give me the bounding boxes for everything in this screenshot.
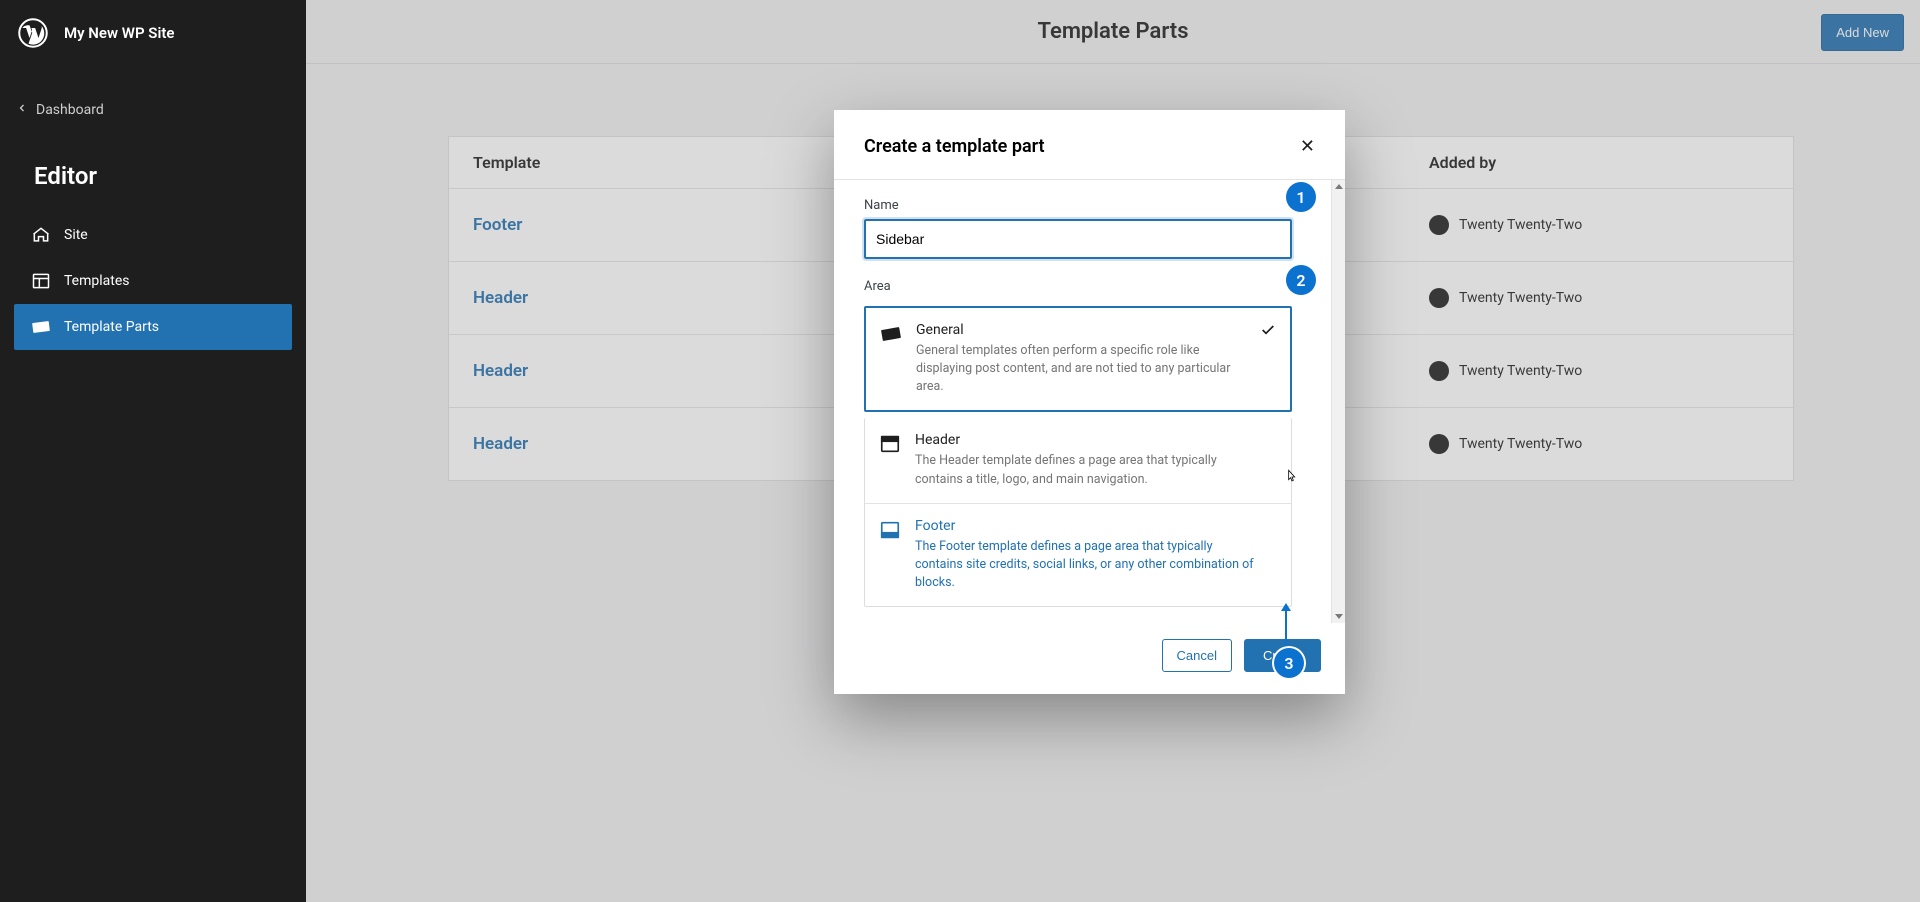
template-part-icon bbox=[30, 316, 52, 338]
modal-title: Create a template part bbox=[864, 136, 1045, 157]
nav-label: Site bbox=[64, 227, 88, 243]
area-label: Area bbox=[864, 271, 1329, 300]
layout-icon bbox=[30, 270, 52, 292]
modal-footer: Cancel Create bbox=[834, 623, 1345, 694]
editor-heading: Editor bbox=[0, 130, 306, 208]
area-option-title: Footer bbox=[915, 518, 1255, 534]
close-icon[interactable]: ✕ bbox=[1294, 130, 1321, 163]
page-header: Template Parts Add New bbox=[306, 0, 1920, 64]
area-option-list-rest: Header The Header template defines a pag… bbox=[864, 418, 1292, 607]
scroll-down-icon bbox=[1335, 614, 1343, 619]
nav-label: Templates bbox=[64, 273, 130, 289]
general-area-icon bbox=[880, 323, 902, 345]
template-part-link[interactable]: Header bbox=[473, 288, 528, 308]
editor-nav: Site Templates Template Parts bbox=[0, 208, 306, 354]
add-new-button[interactable]: Add New bbox=[1821, 14, 1904, 51]
sidebar-header: My New WP Site bbox=[0, 0, 306, 66]
home-icon bbox=[30, 224, 52, 246]
area-option-header[interactable]: Header The Header template defines a pag… bbox=[865, 418, 1291, 503]
provider-label: Twenty Twenty-Two bbox=[1459, 363, 1582, 379]
provider-avatar-icon bbox=[1429, 288, 1449, 308]
area-option-title: General bbox=[916, 322, 1256, 338]
nav-item-template-parts[interactable]: Template Parts bbox=[14, 304, 292, 350]
step-badge-2: 2 bbox=[1286, 265, 1316, 295]
template-part-link[interactable]: Header bbox=[473, 361, 528, 381]
col-added-by: Added by bbox=[1429, 153, 1769, 172]
cancel-button[interactable]: Cancel bbox=[1162, 639, 1232, 672]
nav-item-site[interactable]: Site bbox=[14, 212, 292, 258]
annotation-arrow-icon bbox=[1285, 609, 1287, 649]
modal-header: Create a template part ✕ bbox=[834, 110, 1345, 180]
area-option-footer[interactable]: Footer The Footer template defines a pag… bbox=[865, 504, 1291, 606]
admin-sidebar: My New WP Site Dashboard Editor Site Tem… bbox=[0, 0, 306, 902]
pointer-cursor-icon bbox=[1284, 468, 1300, 490]
scroll-up-icon bbox=[1335, 184, 1343, 189]
back-label: Dashboard bbox=[36, 102, 104, 118]
provider-avatar-icon bbox=[1429, 215, 1449, 235]
site-title[interactable]: My New WP Site bbox=[64, 24, 174, 42]
area-option-desc: General templates often perform a specif… bbox=[916, 342, 1256, 396]
nav-label: Template Parts bbox=[64, 319, 159, 335]
provider-label: Twenty Twenty-Two bbox=[1459, 217, 1582, 233]
provider-avatar-icon bbox=[1429, 361, 1449, 381]
area-option-desc: The Footer template defines a page area … bbox=[915, 538, 1255, 592]
name-input[interactable] bbox=[864, 219, 1292, 259]
step-badge-1: 1 bbox=[1286, 182, 1316, 212]
modal-scrollbar[interactable] bbox=[1331, 180, 1345, 623]
nav-item-templates[interactable]: Templates bbox=[14, 258, 292, 304]
main-area: Template Parts Add New Template Added by… bbox=[306, 0, 1920, 902]
provider-label: Twenty Twenty-Two bbox=[1459, 290, 1582, 306]
area-option-title: Header bbox=[915, 432, 1255, 448]
chevron-left-icon bbox=[16, 102, 28, 118]
create-template-part-modal: Create a template part ✕ Name Area Gener… bbox=[834, 110, 1345, 694]
step-badge-3: 3 bbox=[1274, 648, 1304, 678]
provider-avatar-icon bbox=[1429, 434, 1449, 454]
area-option-general[interactable]: General General templates often perform … bbox=[866, 308, 1290, 410]
area-option-list: General General templates often perform … bbox=[864, 306, 1292, 412]
provider-label: Twenty Twenty-Two bbox=[1459, 436, 1582, 452]
name-label: Name bbox=[864, 190, 1329, 219]
check-icon bbox=[1260, 322, 1276, 342]
template-part-link[interactable]: Footer bbox=[473, 215, 522, 235]
back-to-dashboard[interactable]: Dashboard bbox=[0, 90, 306, 130]
wordpress-logo-icon bbox=[18, 18, 48, 48]
header-area-icon bbox=[879, 433, 901, 455]
template-part-link[interactable]: Header bbox=[473, 434, 528, 454]
page-title: Template Parts bbox=[1037, 19, 1188, 44]
area-option-desc: The Header template defines a page area … bbox=[915, 452, 1255, 488]
footer-area-icon bbox=[879, 519, 901, 541]
modal-body: Name Area General General templates ofte… bbox=[834, 180, 1345, 623]
